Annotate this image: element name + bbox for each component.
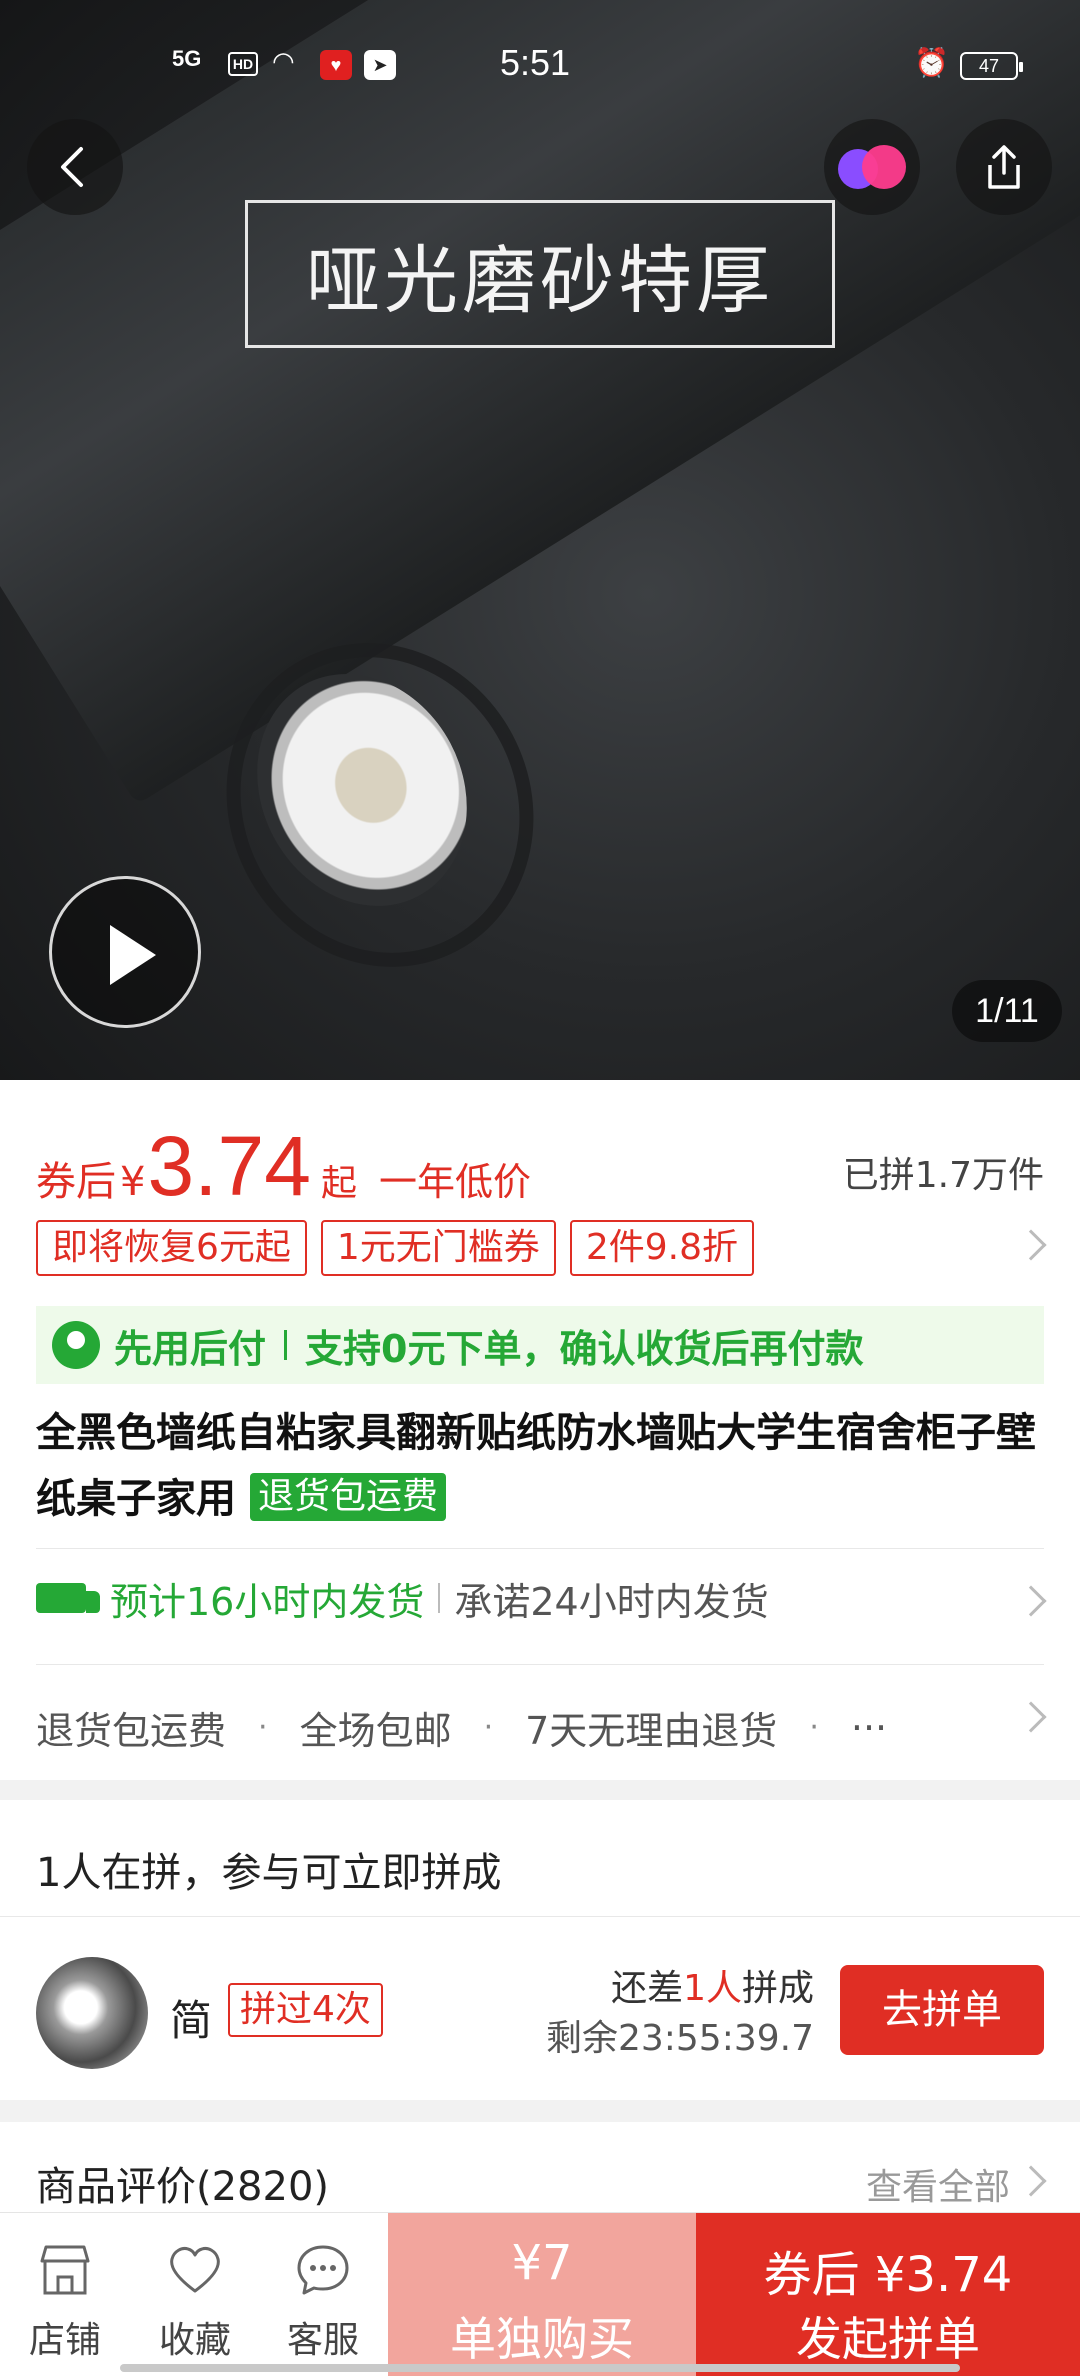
- store-icon: [40, 2245, 90, 2295]
- price-suffix: 起: [320, 1163, 357, 1204]
- home-indicator[interactable]: [120, 2364, 960, 2372]
- service-chevron-icon[interactable]: [1015, 1701, 1047, 1733]
- buy-alone-button[interactable]: ¥7 单独购买: [388, 2213, 696, 2376]
- service-dot: ·: [809, 1710, 819, 1745]
- price-value: 3.74: [147, 1119, 311, 1213]
- hd-icon: HD: [228, 52, 258, 76]
- review-title: 商品评价(2820): [36, 2164, 330, 2210]
- price-currency: ¥: [120, 1159, 146, 1205]
- status-time: 5:51: [500, 42, 571, 83]
- price-row: 券后 ¥ 3.74 起 一年低价: [36, 1118, 531, 1213]
- start-group-buy-button[interactable]: 券后 ¥3.74 发起拼单: [696, 2213, 1080, 2376]
- group-buy-title: 1人在拼，参与可立即拼成: [36, 1850, 502, 1896]
- pay-later-separator: [284, 1330, 288, 1360]
- back-arrow-icon: [61, 147, 83, 187]
- product-page: 哑光磨砂特厚 5G HD ◠ ♥ ➤ 5:51 ⏰ 47 1/11 券后 ¥ 3…: [0, 0, 1080, 2376]
- coupon-tag[interactable]: 2件9.8折: [569, 1220, 754, 1276]
- pay-later-banner[interactable]: 先用后付 支持0元下单，确认收货后再付款: [36, 1306, 1044, 1384]
- service-more: ···: [850, 1705, 888, 1750]
- share-button[interactable]: [956, 119, 1052, 215]
- shipping-row[interactable]: 预计16小时内发货 承诺24小时内发货: [36, 1565, 769, 1631]
- pay-later-label: 先用后付: [114, 1326, 267, 1371]
- shipping-promise: 承诺24小时内发货: [454, 1579, 769, 1624]
- wifi-icon: ◠: [272, 46, 295, 76]
- service-item: 全场包邮: [299, 1709, 452, 1753]
- share-icon: [988, 145, 1020, 189]
- shipping-separator: [438, 1583, 441, 1613]
- review-section: 商品评价(2820) 查看全部: [0, 2122, 1080, 2222]
- store-tab[interactable]: 店铺: [0, 2213, 130, 2376]
- need-count: 1人: [683, 1968, 742, 2009]
- avatar[interactable]: [36, 1957, 148, 2069]
- pay-later-text: 支持0元下单，确认收货后再付款: [305, 1326, 864, 1371]
- send-app-icon: ➤: [364, 50, 396, 80]
- price-prefix: 券后: [36, 1159, 116, 1205]
- heart-icon: [170, 2247, 220, 2293]
- product-image-wallpaper-sheet: [0, 0, 1080, 805]
- sold-count: 已拼1.7万件: [842, 1155, 1044, 1196]
- price-note: 一年低价: [378, 1160, 531, 1204]
- coupon-tag[interactable]: 即将恢复6元起: [36, 1220, 307, 1276]
- shipping-estimate: 预计16小时内发货: [110, 1579, 425, 1624]
- coupon-chevron-icon[interactable]: [1015, 1229, 1047, 1261]
- service-dot: ·: [483, 1710, 494, 1745]
- play-icon: [110, 925, 156, 985]
- battery-indicator: 47: [960, 52, 1023, 80]
- join-group-button[interactable]: 去拼单: [840, 1965, 1044, 2055]
- logo-icon-right: [862, 145, 906, 189]
- price-section: 券后 ¥ 3.74 起 一年低价 已拼1.7万件 即将恢复6元起 1元无门槛券 …: [0, 1080, 1080, 1780]
- view-all-reviews-link[interactable]: 查看全部: [866, 2158, 1010, 2210]
- buy-alone-label: 单独购买: [450, 2312, 634, 2366]
- network-indicator: 5G: [172, 46, 202, 71]
- status-bar: 5G HD ◠ ♥ ➤ 5:51 ⏰ 47: [0, 40, 1080, 90]
- divider: [36, 1548, 1044, 1549]
- favorite-tab[interactable]: 收藏: [130, 2213, 260, 2376]
- group-user-badge: 拼过4次: [228, 1983, 383, 2037]
- hero-banner-text: 哑光磨砂特厚: [245, 200, 835, 348]
- group-buy-section: 1人在拼，参与可立即拼成 简 拼过4次 还差1人拼成 剩余23:55:39.7 …: [0, 1800, 1080, 2100]
- free-return-tag: 退货包运费: [249, 1473, 446, 1521]
- group-buy-row: 简 拼过4次 还差1人拼成 剩余23:55:39.7 去拼单: [0, 1916, 1080, 2100]
- bottom-action-bar: 店铺 收藏 客服 ¥7 单独购买 券后 ¥3.74 发起拼单: [0, 2212, 1080, 2376]
- service-item: 退货包运费: [36, 1709, 227, 1753]
- need-suffix: 拼成: [741, 1968, 814, 2009]
- group-countdown: 剩余23:55:39.7: [545, 2018, 814, 2059]
- need-prefix: 还差: [611, 1968, 684, 2009]
- group-buy-price: 券后 ¥3.74: [763, 2247, 1013, 2303]
- favorite-label: 收藏: [158, 2320, 231, 2361]
- product-title: 全黑色墙纸自粘家具翻新贴纸防水墙贴大学生宿舍柜子壁纸桌子家用 退货包运费: [36, 1400, 1046, 1532]
- divider: [36, 1664, 1044, 1665]
- app-logo-button[interactable]: [824, 119, 920, 215]
- coupon-tag[interactable]: 1元无门槛券: [320, 1220, 556, 1276]
- service-dot: ·: [258, 1710, 268, 1745]
- chat-icon: [297, 2245, 349, 2295]
- service-item: 7天无理由退货: [525, 1709, 778, 1753]
- alarm-icon: ⏰: [914, 47, 949, 78]
- truck-icon: [36, 1583, 100, 1613]
- image-counter: 1/11: [952, 980, 1062, 1042]
- buy-alone-price: ¥7: [511, 2235, 573, 2291]
- shipping-chevron-icon[interactable]: [1015, 1585, 1047, 1617]
- store-label: 店铺: [28, 2320, 101, 2361]
- service-row[interactable]: 退货包运费 · 全场包邮 · 7天无理由退货 · ···: [36, 1700, 887, 1755]
- review-chevron-icon[interactable]: [1015, 2165, 1047, 2197]
- notification-app-icon: ♥: [320, 50, 352, 80]
- pay-later-icon: [52, 1321, 100, 1369]
- product-title-text: 全黑色墙纸自粘家具翻新贴纸防水墙贴大学生宿舍柜子壁纸桌子家用: [36, 1410, 1036, 1522]
- group-buy-label: 发起拼单: [796, 2312, 980, 2366]
- group-need-text: 还差1人拼成: [611, 1959, 814, 2011]
- group-user-name: 简: [170, 1996, 213, 2045]
- customer-service-label: 客服: [286, 2320, 359, 2361]
- play-video-button[interactable]: [49, 876, 201, 1028]
- back-button[interactable]: [27, 119, 123, 215]
- customer-service-tab[interactable]: 客服: [258, 2213, 388, 2376]
- coupon-list[interactable]: 即将恢复6元起 1元无门槛券 2件9.8折: [36, 1220, 754, 1276]
